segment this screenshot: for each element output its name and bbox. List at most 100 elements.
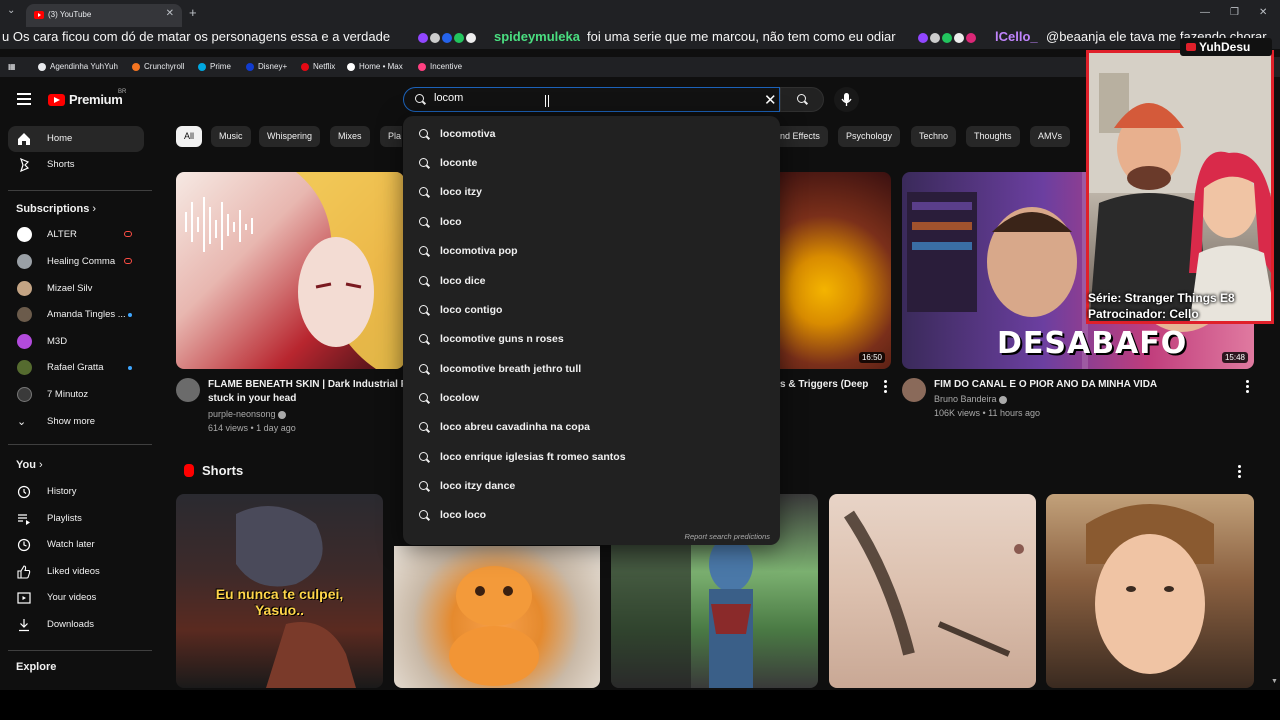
channel-avatar[interactable] <box>902 378 926 402</box>
search-suggestion[interactable]: loco <box>403 208 780 237</box>
search-button[interactable] <box>780 87 824 112</box>
chip-mixes[interactable]: Mixes <box>330 126 370 147</box>
search-suggestion[interactable]: loco abreu cavadinha na copa <box>403 413 780 442</box>
search-icon <box>419 246 430 257</box>
browser-tab-youtube[interactable]: (3) YouTube ✕ <box>26 4 182 27</box>
chip-sound-effects[interactable]: nd Effects <box>780 126 828 147</box>
chip-music[interactable]: Music <box>211 126 251 147</box>
search-suggestion[interactable]: locomotiva pop <box>403 237 780 266</box>
chip-techno[interactable]: Techno <box>911 126 957 147</box>
sidebar-item-shorts[interactable]: Shorts <box>8 152 144 178</box>
ticker-user-3: lCello_ <box>995 29 1038 44</box>
video-thumbnail[interactable]: 16:50 <box>780 172 891 369</box>
short-card[interactable] <box>394 546 600 688</box>
verified-icon <box>999 395 1008 404</box>
sidebar-item-rafael[interactable]: Rafael Gratta <box>8 355 144 381</box>
close-tab-icon[interactable]: ✕ <box>166 8 174 19</box>
live-icon <box>124 231 132 237</box>
search-suggestion[interactable]: loco enrique iglesias ft romeo santos <box>403 443 780 472</box>
sidebar-item-history[interactable]: History <box>8 479 144 505</box>
you-heading[interactable]: You › <box>16 459 43 471</box>
bookmark-prime[interactable]: Prime <box>198 62 231 71</box>
maximize-icon[interactable]: ❐ <box>1230 7 1239 18</box>
bookmark-incentive[interactable]: Incentive <box>418 62 462 71</box>
bookmark-agendinha[interactable]: Agendinha YuhYuh <box>38 62 118 71</box>
sidebar-item-downloads[interactable]: Downloads <box>8 612 144 638</box>
tab-list-chevron-icon[interactable]: ⌄ <box>7 5 15 16</box>
chip-all[interactable]: All <box>176 126 203 147</box>
stream-chat-ticker: u Os cara ficou com dó de matar os perso… <box>0 27 1280 49</box>
shorts-more-options-icon[interactable] <box>1238 465 1242 480</box>
chip-amvs[interactable]: AMVs <box>1030 126 1071 147</box>
video-meta: 614 views • 1 day ago <box>208 423 296 433</box>
history-icon <box>17 485 31 499</box>
bookmark-crunchyroll[interactable]: Crunchyroll <box>132 62 184 71</box>
search-suggestion[interactable]: loco contigo <box>403 296 780 325</box>
search-suggestion[interactable]: loco dice <box>403 267 780 296</box>
youtube-premium-logo[interactable]: Premium BR <box>48 89 126 107</box>
channel-avatar[interactable] <box>176 378 200 402</box>
short-card[interactable] <box>1046 494 1254 688</box>
search-suggestion[interactable]: locomotive breath jethro tull <box>403 355 780 384</box>
bookmark-netflix[interactable]: Netflix <box>301 62 335 71</box>
sidebar-item-amanda[interactable]: Amanda Tingles ... <box>8 302 144 328</box>
menu-icon[interactable] <box>17 93 31 105</box>
more-options-icon[interactable] <box>884 380 888 395</box>
video-title[interactable]: FIM DO CANAL E O PIOR ANO DA MINHA VIDA <box>934 378 1157 392</box>
search-suggestion[interactable]: loco loco <box>403 501 780 530</box>
search-box[interactable]: ✕ <box>403 87 780 112</box>
chip-psychology[interactable]: Psychology <box>838 126 901 147</box>
search-input[interactable] <box>434 92 754 104</box>
short-card[interactable] <box>829 494 1036 688</box>
sidebar-item-7minutoz[interactable]: 7 Minutoz <box>8 382 144 408</box>
home-icon <box>18 133 30 145</box>
sidebar-item-mizael[interactable]: Mizael Silv <box>8 276 144 302</box>
search-suggestion[interactable]: locolow <box>403 384 780 413</box>
search-suggestion[interactable]: loco itzy <box>403 178 780 207</box>
voice-search-button[interactable] <box>834 87 859 112</box>
bookmark-max[interactable]: Home • Max <box>347 62 403 71</box>
search-suggestion[interactable]: locomotiva <box>403 120 780 149</box>
channel-name[interactable]: Bruno Bandeira <box>934 392 1008 407</box>
chip-whispering[interactable]: Whispering <box>259 126 321 147</box>
clear-search-icon[interactable]: ✕ <box>764 91 777 109</box>
thumbnail-text: DESABAFO <box>997 326 1188 361</box>
ticker-message-2: foi uma serie que me marcou, não tem com… <box>587 29 896 44</box>
apps-grid-icon[interactable]: ▦ <box>8 62 16 71</box>
search-suggestion[interactable]: loco itzy dance <box>403 472 780 501</box>
streamer-webcam-overlay <box>1086 50 1274 324</box>
chip-playlists[interactable]: Pla <box>380 126 402 147</box>
subscriptions-heading[interactable]: Subscriptions › <box>16 203 96 215</box>
video-title-line2[interactable]: stuck in your head <box>208 392 296 406</box>
sidebar-item-your-videos[interactable]: Your videos <box>8 585 144 611</box>
bookmark-disney[interactable]: Disney+ <box>246 62 287 71</box>
search-icon <box>415 94 426 105</box>
close-window-icon[interactable]: ✕ <box>1259 7 1267 18</box>
sidebar-item-playlists[interactable]: Playlists <box>8 506 144 532</box>
sidebar-item-healing-comma[interactable]: Healing Comma <box>8 249 144 275</box>
new-tab-icon[interactable]: + <box>189 5 197 20</box>
channel-name[interactable]: purple-neonsong <box>208 407 287 422</box>
live-icon <box>124 258 132 264</box>
short-card[interactable]: Eu nunca te culpei, Yasuo.. <box>176 494 383 688</box>
search-suggestion[interactable]: locomotive guns n roses <box>403 325 780 354</box>
avatar <box>17 387 32 402</box>
chip-thoughts[interactable]: Thoughts <box>966 126 1020 147</box>
sidebar-item-liked[interactable]: Liked videos <box>8 559 144 585</box>
show-more-button[interactable]: ⌄ Show more <box>8 409 144 435</box>
report-search-predictions-link[interactable]: Report search predictions <box>685 532 770 541</box>
more-options-icon[interactable] <box>1246 380 1250 395</box>
scroll-down-arrow-icon[interactable]: ▼ <box>1271 678 1278 685</box>
minimize-icon[interactable]: — <box>1200 7 1210 18</box>
search-suggestion[interactable]: loconte <box>403 149 780 178</box>
ticker-user-badges-3 <box>918 29 978 44</box>
sidebar-item-alter[interactable]: ALTER <box>8 222 144 248</box>
video-title[interactable]: s & Triggers (Deep <box>780 378 868 392</box>
avatar <box>17 281 32 296</box>
sidebar-item-home[interactable]: Home <box>8 126 144 152</box>
video-thumbnail[interactable] <box>176 172 404 369</box>
youtube-small-icon <box>1186 43 1196 51</box>
sidebar-item-watch-later[interactable]: Watch later <box>8 532 144 558</box>
video-title[interactable]: FLAME BENEATH SKIN | Dark Industrial F <box>208 378 404 392</box>
sidebar-item-m3d[interactable]: M3D <box>8 329 144 355</box>
